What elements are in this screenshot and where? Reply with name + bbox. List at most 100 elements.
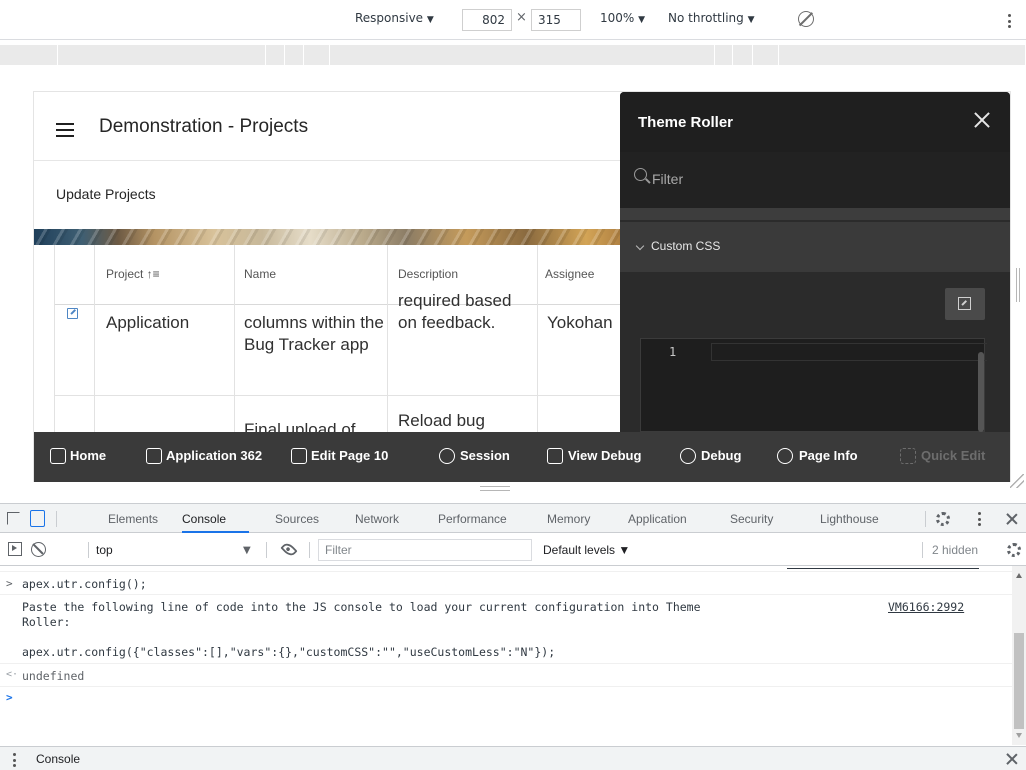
ruler-segment[interactable]: [330, 45, 715, 65]
theme-roller-filter-input[interactable]: [652, 171, 982, 187]
cell-assignee: Yokohan: [547, 313, 613, 332]
console-settings-gear-icon[interactable]: [1007, 543, 1021, 557]
clear-console-icon[interactable]: [31, 542, 46, 557]
show-sidebar-icon[interactable]: [8, 542, 22, 556]
height-resize-strip: [0, 482, 1026, 496]
drawer-tab-console[interactable]: Console: [36, 752, 80, 766]
custom-css-editor[interactable]: 1: [640, 338, 987, 432]
home-icon: [50, 448, 66, 464]
tab-memory[interactable]: Memory: [547, 512, 590, 526]
source-link[interactable]: VM6166:2992: [888, 600, 964, 614]
height-input[interactable]: 315: [531, 9, 581, 31]
tab-console[interactable]: Console: [182, 512, 226, 526]
search-icon: [634, 168, 647, 181]
drag-handle-icon[interactable]: [480, 486, 510, 491]
session-icon: [439, 448, 455, 464]
device-toolbar: Responsive ▼ 802 × 315 100% ▼ No throttl…: [0, 0, 1026, 40]
toolbar-debug[interactable]: Debug: [701, 448, 741, 463]
active-tab-indicator: [182, 531, 249, 533]
editor-scrollbar[interactable]: [978, 352, 984, 432]
tab-security[interactable]: Security: [730, 512, 773, 526]
settings-gear-icon[interactable]: [936, 512, 950, 526]
toolbar-edit-page[interactable]: Edit Page 10: [311, 448, 388, 463]
tab-sources[interactable]: Sources: [275, 512, 319, 526]
live-expression-eye-icon[interactable]: [280, 540, 298, 559]
log-levels-select[interactable]: Default levels ▼: [543, 543, 630, 557]
line-number: 1: [669, 345, 677, 359]
toolbar-view-debug[interactable]: View Debug: [568, 448, 641, 463]
device-toggle-icon[interactable]: [30, 510, 45, 527]
custom-css-section-header[interactable]: Custom CSS: [620, 222, 1010, 272]
scroll-up-icon[interactable]: [1016, 573, 1022, 578]
scroll-down-icon[interactable]: [1016, 733, 1022, 738]
close-drawer-icon[interactable]: [1006, 753, 1018, 765]
context-select[interactable]: top: [96, 543, 113, 557]
divider: [88, 542, 89, 558]
chevron-down-icon: [635, 241, 645, 251]
toolbar-application[interactable]: Application 362: [166, 448, 262, 463]
theme-roller-header: Theme Roller: [620, 92, 1010, 152]
tab-network[interactable]: Network: [355, 512, 399, 526]
dimension-times: ×: [516, 10, 527, 25]
input-prompt-icon: >: [6, 691, 13, 704]
collapsed-section: [620, 208, 1010, 220]
zoom-label: 100%: [600, 11, 635, 25]
ruler-segment[interactable]: [779, 45, 1026, 65]
resize-corner-icon[interactable]: [1010, 474, 1024, 488]
view-debug-icon: [547, 448, 563, 464]
rotate-disabled-icon[interactable]: [798, 11, 814, 27]
ruler-segment[interactable]: [733, 45, 753, 65]
ruler-segment[interactable]: [304, 45, 330, 65]
toolbar-session[interactable]: Session: [460, 448, 510, 463]
console-scrollbar[interactable]: [1012, 566, 1026, 745]
ruler-segment[interactable]: [753, 45, 779, 65]
media-query-ruler[interactable]: [0, 45, 1026, 65]
console-toolbar: top ▼ Default levels ▼ 2 hidden: [0, 534, 1026, 566]
ruler-segment[interactable]: [715, 45, 733, 65]
width-input[interactable]: 802: [462, 9, 512, 31]
grid-column-divider: [234, 245, 235, 432]
column-header-assignee[interactable]: Assignee: [545, 267, 594, 281]
ruler-segment[interactable]: [285, 45, 304, 65]
tab-elements[interactable]: Elements: [108, 512, 158, 526]
chevron-down-icon: ▼: [243, 545, 251, 556]
hamburger-menu-icon[interactable]: [56, 123, 74, 137]
toolbar-home[interactable]: Home: [70, 448, 106, 463]
console-command[interactable]: apex.utr.config();: [22, 577, 147, 591]
close-icon[interactable]: [972, 110, 992, 130]
chevron-down-icon: ▼: [638, 15, 646, 25]
cell-name: columns within the Bug Tracker app: [244, 313, 384, 354]
zoom-select[interactable]: 100% ▼: [600, 11, 645, 25]
throttling-select[interactable]: No throttling ▼: [668, 11, 755, 25]
tab-application[interactable]: Application: [628, 512, 687, 526]
more-options-icon[interactable]: [978, 512, 982, 526]
ruler-segment[interactable]: [58, 45, 266, 65]
console-input[interactable]: [22, 691, 1002, 736]
column-header-description[interactable]: Description: [398, 267, 458, 281]
message-divider: [0, 571, 1012, 572]
edit-row-icon[interactable]: [67, 308, 78, 319]
console-code-line[interactable]: apex.utr.config({"classes":[],"vars":{},…: [22, 645, 555, 659]
device-select[interactable]: Responsive ▼: [355, 11, 434, 25]
more-options-icon[interactable]: [1008, 14, 1012, 28]
devtools-drawer: Console: [0, 746, 1026, 770]
width-resize-handle[interactable]: [1016, 268, 1020, 302]
ruler-segment[interactable]: [0, 45, 58, 65]
toolbar-page-info[interactable]: Page Info: [799, 448, 858, 463]
inspect-element-icon[interactable]: [7, 512, 20, 525]
tab-lighthouse[interactable]: Lighthouse: [820, 512, 879, 526]
console-filter-input[interactable]: [318, 539, 532, 561]
ruler-segment[interactable]: [266, 45, 285, 65]
tab-performance[interactable]: Performance: [438, 512, 507, 526]
expand-editor-button[interactable]: [945, 288, 985, 320]
hidden-messages-count: 2 hidden: [932, 543, 979, 557]
edit-icon: [146, 448, 162, 464]
truncated-link: [787, 568, 979, 569]
divider: [309, 542, 310, 558]
divider: [34, 160, 634, 161]
column-header-project[interactable]: Project ↑≡: [106, 267, 160, 281]
drawer-menu-icon[interactable]: [13, 753, 17, 767]
column-header-name[interactable]: Name: [244, 267, 276, 281]
scrollbar-thumb[interactable]: [1014, 633, 1024, 729]
close-devtools-icon[interactable]: [1006, 513, 1018, 525]
